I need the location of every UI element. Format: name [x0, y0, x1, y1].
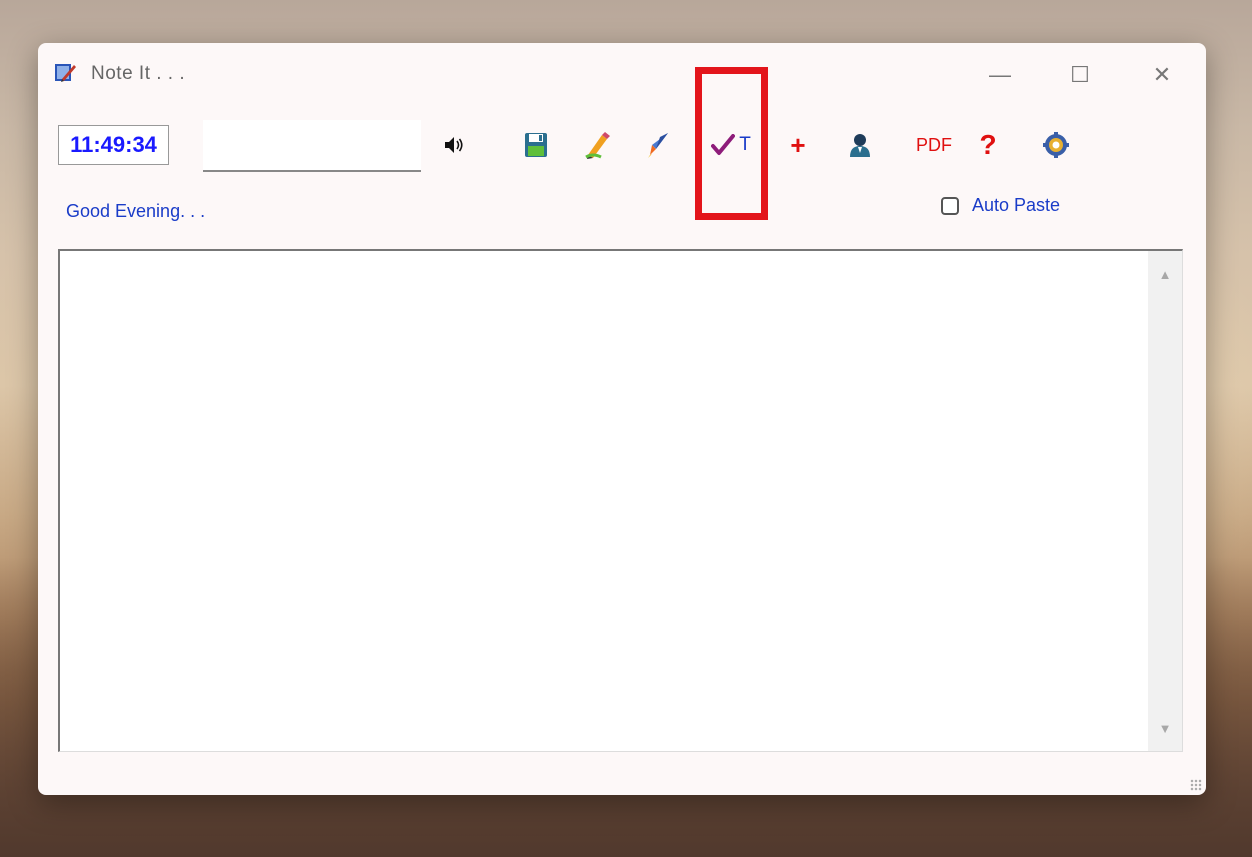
settings-button[interactable] — [1042, 129, 1070, 161]
scroll-down-button[interactable]: ▼ — [1148, 713, 1182, 743]
check-t-button[interactable]: T — [706, 129, 756, 161]
greeting-text: Good Evening. . . — [66, 201, 206, 221]
speaker-icon — [445, 137, 463, 153]
pdf-button[interactable]: PDF — [914, 129, 954, 161]
user-icon — [850, 134, 870, 157]
resize-grip[interactable] — [1190, 779, 1202, 791]
auto-paste-label: Auto Paste — [972, 195, 1061, 215]
auto-paste-checkbox[interactable]: Auto Paste — [941, 195, 1060, 216]
note-editor[interactable]: ▲ ▼ — [58, 249, 1183, 752]
window-title: Note It . . . — [91, 63, 186, 84]
editor-scrollbar[interactable]: ▲ ▼ — [1148, 251, 1182, 751]
note-title-input[interactable] — [203, 120, 421, 172]
maximize-button[interactable]: ☐ — [1060, 57, 1100, 93]
app-icon — [55, 64, 76, 82]
minimize-button[interactable]: — — [980, 57, 1020, 93]
check-t-icon — [711, 134, 736, 155]
help-button[interactable]: ? — [975, 129, 1001, 161]
close-button[interactable]: ✕ — [1142, 57, 1182, 93]
save-icon — [525, 133, 547, 157]
user-button[interactable] — [846, 129, 874, 161]
send-button[interactable] — [644, 129, 672, 161]
check-t-label: T — [739, 134, 751, 155]
scroll-up-button[interactable]: ▲ — [1148, 259, 1182, 289]
checkbox-box[interactable] — [941, 196, 959, 215]
add-button[interactable]: + — [787, 129, 809, 161]
edit-button[interactable] — [583, 129, 613, 161]
gear-icon — [1043, 132, 1069, 158]
note-it-window: Note It . . . — ☐ ✕ 11:49:34 T + PDF ? G… — [38, 43, 1206, 795]
pencil-icon — [585, 132, 610, 159]
clock-display: 11:49:34 — [58, 125, 169, 165]
save-button[interactable] — [523, 129, 549, 161]
speaker-button[interactable] — [442, 129, 466, 161]
title-bar[interactable]: Note It . . . — ☐ ✕ — [38, 43, 1206, 115]
rocket-icon — [648, 133, 668, 158]
